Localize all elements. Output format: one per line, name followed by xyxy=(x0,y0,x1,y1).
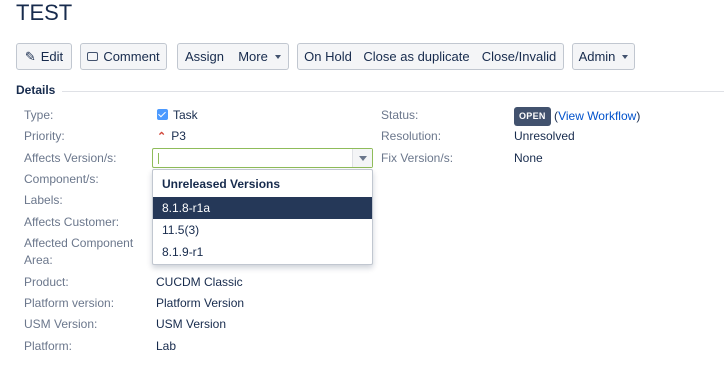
affects-version-dropdown: Unreleased Versions 8.1.8-r1a 11.5(3) 8.… xyxy=(152,169,373,265)
chevron-down-icon xyxy=(622,54,629,59)
resolution-value: Unresolved xyxy=(514,129,575,143)
pencil-icon: ✎ xyxy=(24,48,36,64)
status-badge: OPEN xyxy=(514,107,551,126)
dropdown-toggle-button[interactable] xyxy=(352,149,372,167)
usm-version-value: USM Version xyxy=(156,317,227,331)
priority-value: ⌃ P3 xyxy=(157,128,186,146)
more-button[interactable]: More xyxy=(231,43,289,70)
resolution-label: Resolution: xyxy=(381,129,442,143)
product-value: CUCDM Classic xyxy=(156,275,243,289)
platform-version-label: Platform version: xyxy=(24,296,115,310)
more-button-label: More xyxy=(238,49,268,64)
on-hold-button[interactable]: On Hold xyxy=(297,43,359,70)
affects-version-label: Affects Version/s: xyxy=(24,151,117,165)
dropdown-option[interactable]: 8.1.9-r1 xyxy=(153,241,372,263)
chevron-down-icon xyxy=(359,156,367,161)
close-as-duplicate-label: Close as duplicate xyxy=(363,49,470,64)
type-value: Task xyxy=(157,107,198,124)
text-cursor xyxy=(158,153,159,164)
comment-button-label: Comment xyxy=(103,49,160,64)
details-heading: Details xyxy=(16,83,56,97)
affected-component-area-label: Affected Component Area: xyxy=(24,236,134,267)
comment-button[interactable]: Comment xyxy=(80,43,167,70)
assign-button-label: Assign xyxy=(184,49,225,64)
product-label: Product: xyxy=(24,275,69,289)
labels-label: Labels: xyxy=(24,193,63,207)
close-invalid-button[interactable]: Close/Invalid xyxy=(475,43,564,70)
platform-value: Lab xyxy=(156,339,177,353)
edit-button-label: Edit xyxy=(40,49,64,64)
chevron-down-icon xyxy=(274,54,281,59)
priority-up-icon: ⌃ xyxy=(157,131,167,143)
components-label: Component/s: xyxy=(24,172,99,186)
priority-label: Priority: xyxy=(24,129,65,143)
dropdown-option[interactable]: 11.5(3) xyxy=(153,219,372,241)
details-divider xyxy=(62,91,724,92)
assign-button[interactable]: Assign xyxy=(177,43,232,70)
fix-version-label: Fix Version/s: xyxy=(381,151,454,165)
on-hold-button-label: On Hold xyxy=(304,49,352,64)
platform-label: Platform: xyxy=(24,339,73,353)
edit-button[interactable]: ✎ Edit xyxy=(16,43,72,70)
platform-version-value: Platform Version xyxy=(156,296,245,310)
task-checkbox-icon xyxy=(157,109,168,120)
close-invalid-label: Close/Invalid xyxy=(481,49,557,64)
status-value: OPEN (View Workflow) xyxy=(514,107,640,126)
affects-customer-label: Affects Customer: xyxy=(24,215,120,229)
close-as-duplicate-button[interactable]: Close as duplicate xyxy=(358,43,476,70)
comment-icon xyxy=(87,52,99,61)
fix-version-value: None xyxy=(514,151,543,165)
view-workflow-link[interactable]: View Workflow xyxy=(558,109,636,123)
issue-title: TEST xyxy=(16,0,73,25)
admin-button-label: Admin xyxy=(578,49,616,64)
admin-button[interactable]: Admin xyxy=(572,43,635,70)
status-label: Status: xyxy=(381,108,419,122)
type-label: Type: xyxy=(24,108,54,122)
usm-version-label: USM Version: xyxy=(24,317,98,331)
type-value-text: Task xyxy=(173,108,198,122)
affects-version-input[interactable] xyxy=(152,148,373,168)
dropdown-group-header: Unreleased Versions xyxy=(162,177,281,191)
dropdown-option[interactable]: 8.1.8-r1a xyxy=(153,197,372,219)
priority-value-text: P3 xyxy=(171,129,186,143)
